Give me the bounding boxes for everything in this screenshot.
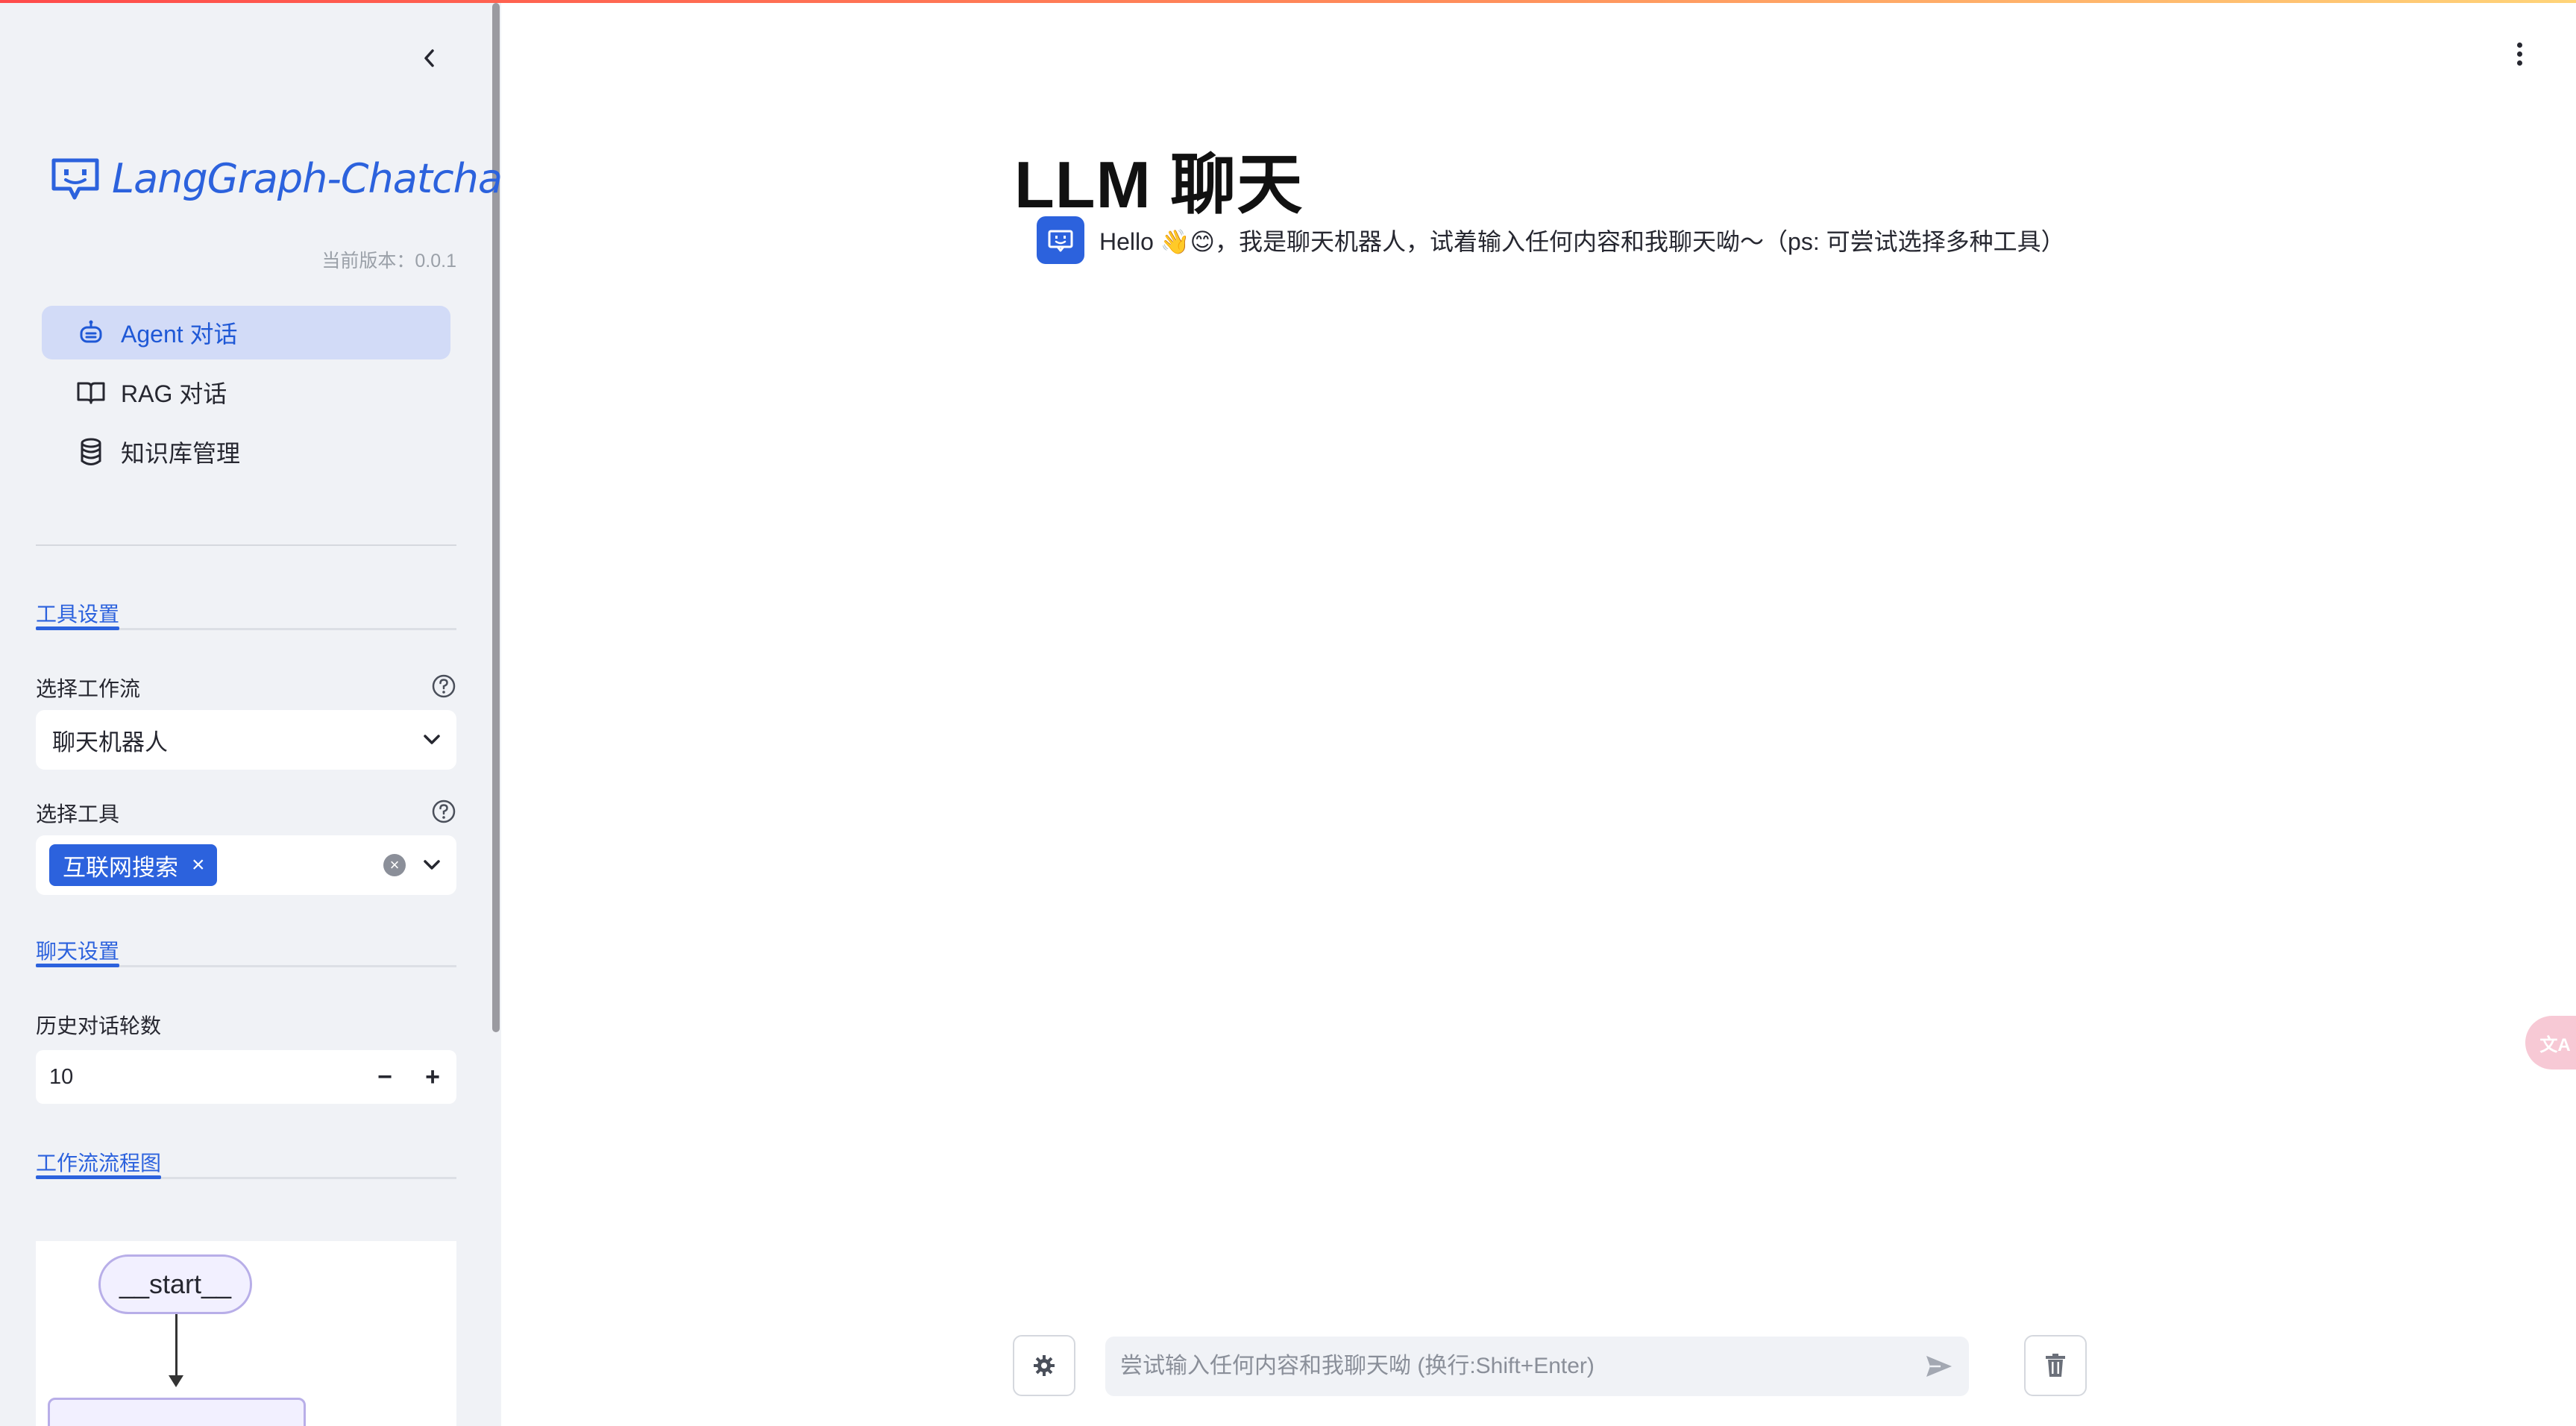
assistant-avatar [1037,216,1084,264]
gear-icon [1034,1355,1055,1376]
chat-input[interactable] [1119,1353,1924,1380]
chevron-left-icon [424,49,434,67]
version-label: 当前版本：0.0.1 [321,251,456,271]
history-rounds-label: 历史对话轮数 [36,1014,162,1037]
tab-active-indicator [36,1175,161,1179]
help-icon[interactable] [431,799,456,824]
tab-workflow-graph[interactable]: 工作流流程图 [36,1147,456,1179]
tools-label: 选择工具 [36,802,120,826]
graph-node-start: __start__ [98,1254,252,1314]
chevron-down-icon [422,858,442,872]
sidebar-divider [36,544,456,546]
history-rounds-value: 10 [49,1064,74,1089]
nav-label: 知识库管理 [121,440,241,467]
workflow-label: 选择工作流 [36,677,141,700]
nav-item-rag-chat[interactable]: RAG 对话 [42,365,450,419]
message-text: Hello 👋😊，我是聊天机器人，试着输入任何内容和我聊天呦～（ps: 可尝试选… [1099,228,2065,255]
workflow-graph: __start__ [36,1241,456,1426]
remove-tag-icon[interactable]: × [192,852,205,878]
kebab-menu-icon [2516,51,2522,57]
nav-label: Agent 对话 [121,321,238,348]
decrement-button[interactable]: − [361,1050,409,1104]
chat-logo-icon [51,158,99,199]
page-title: LLM 聊天 [1014,147,1304,222]
robot-icon [76,318,106,348]
clear-all-icon[interactable]: × [383,854,406,876]
clear-chat-button[interactable] [2024,1335,2087,1396]
help-icon[interactable] [431,673,456,699]
app-logo: LangGraph-Chatchat [49,155,501,202]
sidebar: LangGraph-Chatchat 当前版本：0.0.1 Agent 对话 R… [0,0,501,1426]
tools-multiselect[interactable]: 互联网搜索 × × [36,835,456,895]
history-rounds-input[interactable]: 10 − + [36,1050,456,1104]
chat-bot-icon [1048,230,1073,252]
app-title: LangGraph-Chatchat [112,155,501,202]
send-button[interactable] [1924,1354,1954,1379]
graph-arrowhead [169,1375,183,1387]
translate-icon: 文A [2539,1034,2571,1055]
top-decoration-bar [0,0,2576,3]
send-icon [1926,1356,1952,1377]
tag-label: 互联网搜索 [63,854,178,881]
graph-node [48,1398,306,1426]
translate-floating-button[interactable]: 文A [2525,1016,2576,1070]
tab-active-indicator [36,964,119,967]
chat-message: Hello 👋😊，我是聊天机器人，试着输入任何内容和我聊天呦～（ps: 可尝试选… [1037,216,2065,264]
settings-button[interactable] [1013,1335,1075,1396]
nav-item-knowledge-base[interactable]: 知识库管理 [42,425,450,479]
chat-input-wrapper [1105,1337,1969,1396]
sidebar-nav: Agent 对话 RAG 对话 知识库管理 [42,306,450,485]
workflow-select-value: 聊天机器人 [52,729,168,756]
workflow-select[interactable]: 聊天机器人 [36,710,456,770]
increment-button[interactable]: + [409,1050,456,1104]
tab-tool-settings[interactable]: 工具设置 [36,598,456,630]
trash-icon [2046,1354,2065,1377]
book-icon [76,377,106,407]
kebab-menu-icon [2516,60,2522,66]
tab-chat-settings[interactable]: 聊天设置 [36,935,456,967]
selected-tool-tag: 互联网搜索 × [49,844,217,886]
database-icon [76,437,106,467]
tab-active-indicator [36,626,119,630]
kebab-menu-icon [2516,42,2522,48]
nav-label: RAG 对话 [121,380,227,407]
nav-item-agent-chat[interactable]: Agent 对话 [42,306,450,359]
chevron-down-icon [422,733,442,747]
main-menu-button[interactable] [2506,37,2533,70]
chat-input-bar [1013,1334,2088,1398]
graph-edge [175,1314,178,1381]
collapse-sidebar-button[interactable] [415,43,444,73]
